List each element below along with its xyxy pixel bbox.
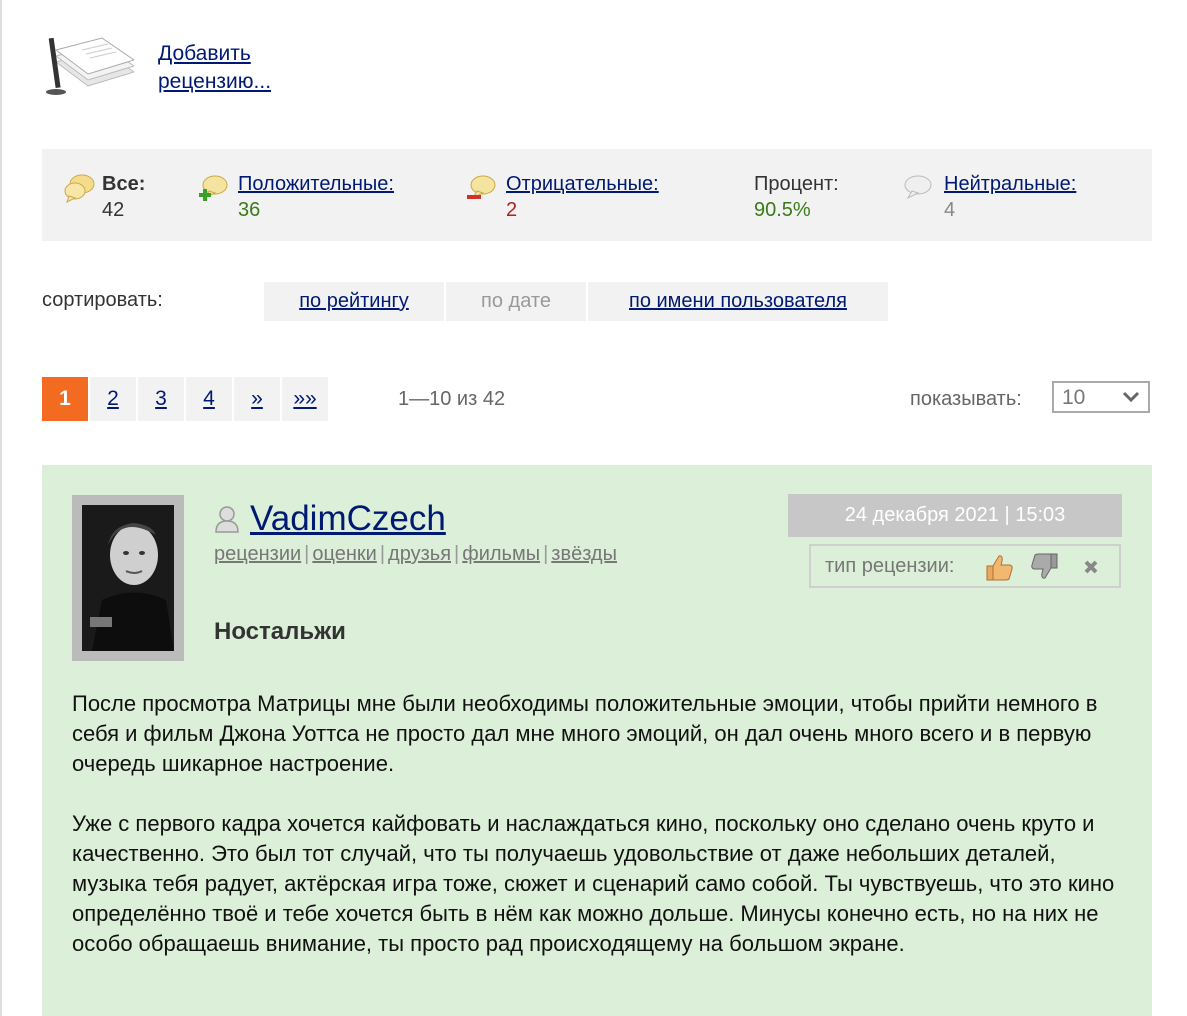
- user-links: рецензии | оценки | друзья | фильмы | звёзды: [214, 543, 617, 565]
- page-next[interactable]: »: [234, 377, 280, 421]
- neutral-link[interactable]: Нейтральные:: [944, 171, 1076, 197]
- stat-all: Все: 42: [64, 171, 145, 223]
- avatar-frame: [72, 495, 184, 661]
- stat-neutral: Нейтральные: 4: [902, 171, 1076, 223]
- page-1[interactable]: 1: [42, 377, 88, 421]
- negative-link[interactable]: Отрицательные:: [506, 171, 659, 197]
- positive-link[interactable]: Положительные:: [238, 171, 394, 197]
- sort-bar: сортировать: по рейтингу по дате по имен…: [42, 282, 902, 322]
- user-link-friends[interactable]: друзья: [388, 543, 451, 565]
- sort-by-username[interactable]: по имени пользователя: [588, 282, 888, 321]
- review-type-label: тип рецензии:: [825, 555, 955, 577]
- review-papers-icon: [46, 37, 134, 95]
- review-body: После просмотра Матрицы мне были необход…: [72, 689, 1132, 989]
- sort-by-rating[interactable]: по рейтингу: [264, 282, 444, 321]
- user-link-films[interactable]: фильмы: [462, 543, 540, 565]
- page-range: 1—10 из 42: [398, 388, 506, 410]
- thumbs-down-icon[interactable]: [1029, 552, 1061, 582]
- add-review-link[interactable]: Добавить рецензию...: [158, 40, 318, 96]
- review-paragraph: После просмотра Матрицы мне были необход…: [72, 691, 1098, 776]
- page-4[interactable]: 4: [186, 377, 232, 421]
- page-last[interactable]: »»: [282, 377, 328, 421]
- pagination: 1 2 3 4 » »» 1—10 из 42 показывать: 10: [42, 377, 1152, 421]
- chevron-down-icon: [1122, 391, 1140, 403]
- review-username[interactable]: VadimCzech: [250, 497, 446, 541]
- review-paragraph: Уже с первого кадра хочется кайфовать и …: [72, 811, 1115, 956]
- stat-negative: Отрицательные: 2: [465, 171, 659, 223]
- stat-percent: Процент: 90.5%: [754, 173, 839, 221]
- sort-label: сортировать:: [42, 289, 163, 311]
- page-3[interactable]: 3: [138, 377, 184, 421]
- avatar[interactable]: [82, 505, 174, 651]
- per-page-select[interactable]: 10: [1052, 381, 1150, 413]
- sort-by-date: по дате: [446, 282, 586, 321]
- user-link-ratings[interactable]: оценки: [312, 543, 376, 565]
- left-border: [0, 0, 2, 1016]
- page-2[interactable]: 2: [90, 377, 136, 421]
- speech-bubbles-icon: [64, 174, 95, 203]
- review-card: VadimCzech рецензии | оценки | друзья | фильмы…: [42, 465, 1152, 1016]
- user-link-stars[interactable]: звёзды: [551, 543, 617, 565]
- user-link-reviews[interactable]: рецензии: [214, 543, 301, 565]
- review-type-selector: тип рецензии:: [809, 544, 1121, 588]
- user-icon: [215, 506, 239, 533]
- positive-bubble-icon: [199, 175, 228, 201]
- stat-positive: Положительные: 36: [197, 171, 394, 223]
- review-stats: Все: 42 Положительные: 36 Отрицательные:…: [42, 149, 1152, 241]
- neutral-bubble-icon: [904, 175, 932, 200]
- thumbs-up-icon[interactable]: [983, 552, 1015, 582]
- negative-bubble-icon: [467, 175, 496, 200]
- neutral-close-icon[interactable]: [1079, 552, 1103, 582]
- add-review-block: Добавить рецензию...: [42, 32, 302, 102]
- per-page-label: показывать:: [910, 388, 1022, 410]
- review-title: Ностальжи: [214, 618, 346, 645]
- review-date: 24 декабря 2021 | 15:03: [788, 494, 1122, 537]
